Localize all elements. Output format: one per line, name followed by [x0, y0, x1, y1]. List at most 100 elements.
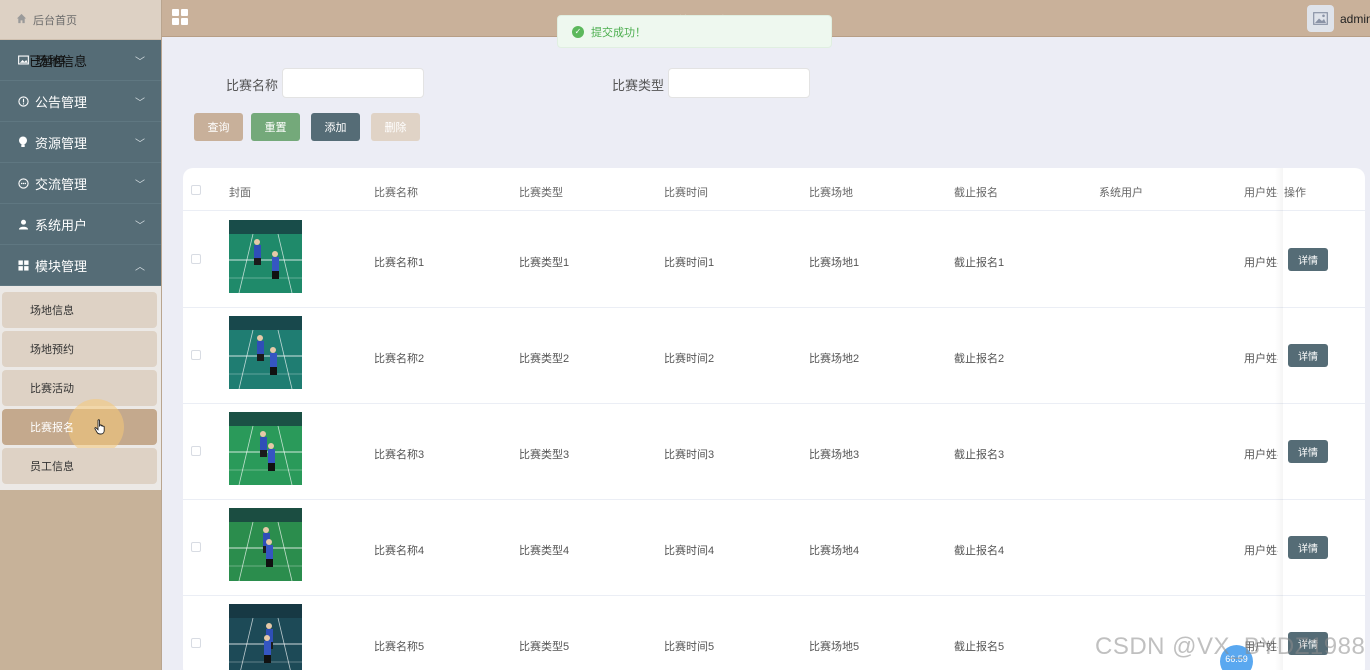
sidebar-item-label: 系统用户 [35, 217, 88, 233]
sidebar-home[interactable]: 后台首页 [0, 0, 161, 40]
header-actions: 操作 [1284, 187, 1306, 199]
cell-type: 比赛类型2 [519, 353, 570, 365]
sidebar-item-label: 公告管理 [35, 94, 88, 110]
cell-time: 比赛时间5 [664, 641, 715, 653]
submenu-item-label: 场地信息 [30, 305, 74, 317]
cell-deadline: 截止报名4 [954, 545, 1005, 557]
home-icon [16, 13, 27, 27]
success-toast: ✓ 提交成功！ [557, 15, 832, 48]
header-deadline[interactable]: 截止报名 [954, 184, 998, 200]
table-row: 比赛名称2 比赛类型2 比赛时间2 比赛场地2 截止报名2 用户姓名2 详情 [183, 308, 1365, 404]
cell-venue: 比赛场地1 [809, 257, 860, 269]
chevron-down-icon: ﹀ [135, 221, 145, 232]
detail-button[interactable]: 详情 [1288, 248, 1328, 271]
header-username[interactable]: 用户姓名 [1244, 184, 1278, 200]
competition-type-input[interactable] [668, 68, 810, 98]
cell-venue: 比赛场地4 [809, 545, 860, 557]
cell-name: 比赛名称4 [374, 545, 425, 557]
chevron-down-icon: ﹀ [135, 98, 145, 109]
data-table: 封面 比赛名称 比赛类型 比赛时间 比赛场地 截止报名 系统用户 用户姓名 操作… [183, 168, 1365, 670]
cell-name: 比赛名称5 [374, 641, 425, 653]
cell-time: 比赛时间2 [664, 353, 715, 365]
cell-username: 用户姓名1 [1244, 257, 1278, 269]
submenu-item-label: 比赛报名 [30, 422, 74, 434]
submenu-item-staff-info[interactable]: 员工信息 [2, 448, 157, 484]
add-button[interactable]: 添加 [311, 113, 360, 141]
chevron-up-icon: ︿ [135, 262, 145, 273]
row-checkbox[interactable] [191, 446, 201, 456]
menu-toggle-icon[interactable] [172, 9, 188, 25]
cell-username: 用户姓名2 [1244, 353, 1278, 365]
hand-cursor-icon [94, 419, 107, 439]
header-system-user[interactable]: 系统用户 [1099, 184, 1143, 200]
sidebar-item-announcement[interactable]: 公告管理 ﹀ [0, 81, 161, 122]
cell-name: 比赛名称2 [374, 353, 425, 365]
sidebar-item-venue-info[interactable]: 场地信息 已暂停 ﹀ [0, 40, 161, 81]
submenu-item-label: 比赛活动 [30, 383, 74, 395]
header-name[interactable]: 比赛名称 [374, 184, 418, 200]
cell-deadline: 截止报名1 [954, 257, 1005, 269]
cell-deadline: 截止报名5 [954, 641, 1005, 653]
row-checkbox[interactable] [191, 254, 201, 264]
cover-image [229, 220, 302, 293]
reset-button[interactable]: 重置 [251, 113, 300, 141]
header-cover: 封面 [229, 187, 251, 199]
sidebar-home-label: 后台首页 [33, 14, 77, 27]
header-venue[interactable]: 比赛场地 [809, 184, 853, 200]
table-row: 比赛名称3 比赛类型3 比赛时间3 比赛场地3 截止报名3 用户姓名3 详情 [183, 404, 1365, 500]
header-type[interactable]: 比赛类型 [519, 184, 563, 200]
cell-venue: 比赛场地3 [809, 449, 860, 461]
lightbulb-icon [16, 136, 30, 148]
check-circle-icon: ✓ [572, 25, 584, 38]
select-all-checkbox[interactable] [191, 185, 201, 195]
submenu-item-competition-activity[interactable]: 比赛活动 [2, 370, 157, 406]
grid-icon [16, 259, 30, 271]
chat-icon [16, 177, 30, 189]
sidebar-item-modules[interactable]: 模块管理 ︿ [0, 245, 161, 286]
submenu-item-venue-booking[interactable]: 场地预约 [2, 331, 157, 367]
cell-deadline: 截止报名3 [954, 449, 1005, 461]
chevron-down-icon: ﹀ [135, 180, 145, 191]
submenu-item-competition-signup[interactable]: 比赛报名 [2, 399, 157, 455]
row-checkbox[interactable] [191, 542, 201, 552]
table-header: 封面 比赛名称 比赛类型 比赛时间 比赛场地 截止报名 系统用户 用户姓名 操作 [183, 168, 1365, 211]
cell-type: 比赛类型4 [519, 545, 570, 557]
sidebar-item-label: 交流管理 [35, 176, 88, 192]
cover-image [229, 412, 302, 485]
submenu-item-label: 场地预约 [30, 344, 74, 356]
csdn-watermark: CSDN @VX_BYDZ1988 [1095, 633, 1366, 660]
toast-message: 提交成功！ [591, 26, 646, 39]
image-icon [16, 55, 30, 65]
username-label[interactable]: admin [1340, 12, 1370, 26]
table-row: 比赛名称4 比赛类型4 比赛时间4 比赛场地4 截止报名4 用户姓名4 详情 [183, 500, 1365, 596]
sidebar-item-resources[interactable]: 资源管理 ﹀ [0, 122, 161, 163]
cover-image [229, 316, 302, 389]
cell-type: 比赛类型1 [519, 257, 570, 269]
sidebar: 后台首页 场地信息 已暂停 ﹀ 公告管理 ﹀ 资源管理 ﹀ 交流管理 ﹀ 系统用 [0, 0, 162, 670]
sidebar-item-system-users[interactable]: 系统用户 ﹀ [0, 204, 161, 245]
query-button[interactable]: 查询 [194, 113, 243, 141]
competition-name-input[interactable] [282, 68, 424, 98]
detail-button[interactable]: 详情 [1288, 344, 1328, 367]
cell-name: 比赛名称1 [374, 257, 425, 269]
sidebar-item-communication[interactable]: 交流管理 ﹀ [0, 163, 161, 204]
row-checkbox[interactable] [191, 638, 201, 648]
avatar[interactable] [1307, 5, 1334, 32]
paused-overlay-text: 已暂停 [29, 54, 66, 69]
chevron-down-icon: ﹀ [135, 139, 145, 150]
info-circle-icon [16, 95, 30, 107]
cell-venue: 比赛场地2 [809, 353, 860, 365]
header-time[interactable]: 比赛时间 [664, 184, 708, 200]
submenu-item-venue-info[interactable]: 场地信息 [2, 292, 157, 328]
sidebar-submenu: 场地信息 场地预约 比赛活动 比赛报名 员工信息 [0, 286, 161, 490]
submenu-item-label: 员工信息 [30, 461, 74, 473]
cell-type: 比赛类型5 [519, 641, 570, 653]
delete-button[interactable]: 删除 [371, 113, 420, 141]
fixed-column-shadow [1275, 168, 1283, 670]
chevron-down-icon: ﹀ [135, 57, 145, 68]
cell-deadline: 截止报名2 [954, 353, 1005, 365]
detail-button[interactable]: 详情 [1288, 536, 1328, 559]
cell-time: 比赛时间1 [664, 257, 715, 269]
detail-button[interactable]: 详情 [1288, 440, 1328, 463]
row-checkbox[interactable] [191, 350, 201, 360]
